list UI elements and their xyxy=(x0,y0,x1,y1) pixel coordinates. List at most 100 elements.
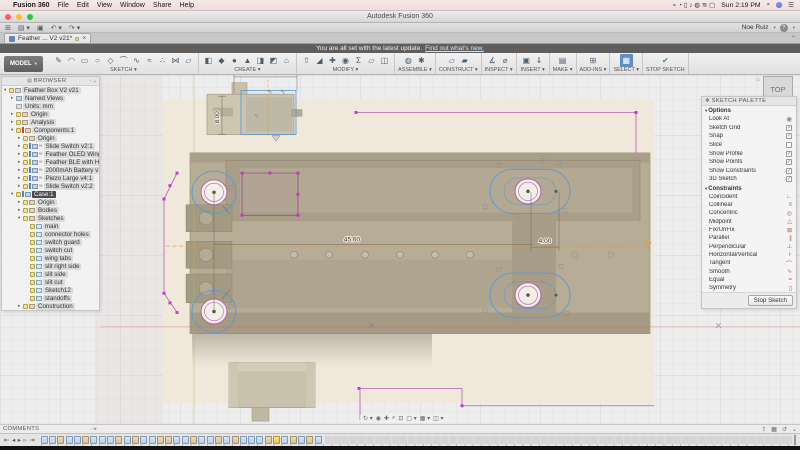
toolbar-group-label[interactable]: CONSTRUCT ▾ xyxy=(439,67,478,73)
select-tool-icon-1[interactable]: ▦ xyxy=(620,54,633,67)
timeline-feature-25[interactable] xyxy=(240,436,247,444)
sketch-tool-icon-10[interactable]: ⋈ xyxy=(169,54,182,67)
undo-icon[interactable]: ↶ ▾ xyxy=(51,25,62,32)
construct-tool-icon-1[interactable]: ▱ xyxy=(445,54,458,67)
visibility-bulb-icon[interactable] xyxy=(23,136,28,141)
sketch-tool-icon-6[interactable]: ⌒ xyxy=(117,54,130,67)
save-icon[interactable]: ▣ xyxy=(37,25,44,32)
browser-item-sketches[interactable]: ▾Sketches xyxy=(2,214,99,222)
user-menu[interactable]: Noe Ruiz xyxy=(742,24,769,31)
timeline-feature-27[interactable] xyxy=(256,436,263,444)
visibility-bulb-icon[interactable] xyxy=(23,184,28,189)
display-settings-icon[interactable]: ▢ ▾ xyxy=(406,415,416,422)
toolbar-group-label[interactable]: INSERT ▾ xyxy=(520,67,546,73)
checkbox-snap[interactable]: ✓ xyxy=(786,133,792,139)
browser-item-sketch12[interactable]: Sketch12 xyxy=(2,286,99,294)
spotlight-search-icon[interactable]: ⌕ xyxy=(767,1,771,9)
timeline-feature-9[interactable] xyxy=(107,436,114,444)
timeline-feature-17[interactable] xyxy=(173,436,180,444)
visibility-bulb-icon[interactable] xyxy=(23,200,28,205)
insert-tool-icon-1[interactable]: ▣ xyxy=(520,54,533,67)
timeline-feature-30[interactable] xyxy=(281,436,288,444)
checkbox-sketch-grid[interactable]: ✓ xyxy=(786,125,792,131)
visibility-bulb-icon[interactable] xyxy=(30,272,35,277)
usb-connector-part[interactable] xyxy=(229,362,315,421)
browser-item-slide-switch-v2-1[interactable]: ▸∞Slide Switch v2:1 xyxy=(2,142,99,150)
comments-panel-toggle[interactable]: COMMENTS xyxy=(3,426,39,432)
browser-item-case-1[interactable]: ▾Case:1 xyxy=(2,190,99,198)
visibility-bulb-icon[interactable] xyxy=(16,192,21,197)
fit-icon[interactable]: ⊡ xyxy=(398,415,403,422)
inspect-tool-icon-2[interactable]: ⌀ xyxy=(499,54,512,67)
redo-icon[interactable]: ↷ ▾ xyxy=(69,25,80,32)
palette-option-slice[interactable]: Slice xyxy=(702,141,796,150)
constraint-perpendicular[interactable]: Perpendicular⊥ xyxy=(702,243,796,251)
browser-item-slide-switch-v2-2[interactable]: ▸∞Slide Switch v2:2 xyxy=(2,182,99,190)
browser-item-main[interactable]: main xyxy=(2,222,99,230)
constraint-midpoint[interactable]: Midpoint△ xyxy=(702,218,796,226)
menu-item-view[interactable]: View xyxy=(97,2,112,9)
sketch-tool-icon-2[interactable]: ◠ xyxy=(65,54,78,67)
visibility-bulb-icon[interactable] xyxy=(9,88,14,93)
comments-options-icon[interactable]: ◦ ▸ xyxy=(91,426,97,432)
constraints-section-header[interactable]: ▾Constraints xyxy=(702,184,796,193)
menu-item-help[interactable]: Help xyxy=(180,2,194,9)
timeline-feature-10[interactable] xyxy=(115,436,122,444)
modify-tool-icon-4[interactable]: ◉ xyxy=(339,54,352,67)
browser-item-standoffs[interactable]: standoffs xyxy=(2,294,99,302)
workspace-selector-button[interactable]: MODEL ▾ xyxy=(4,56,43,72)
selection-rect-battery[interactable] xyxy=(241,90,296,134)
constraint-tangent[interactable]: Tangent⌒ xyxy=(702,259,796,267)
timeline-feature-29-highlighted[interactable] xyxy=(273,436,280,444)
panel-options-icon[interactable]: ◦ ⌄ xyxy=(90,78,97,84)
modify-tool-icon-7[interactable]: ◫ xyxy=(378,54,391,67)
browser-item-connector-holes[interactable]: connector holes xyxy=(2,230,99,238)
checkbox-slice[interactable] xyxy=(786,142,792,148)
modify-tool-icon-5[interactable]: Σ xyxy=(352,54,365,67)
browser-item-2000mah-battery-v1-1[interactable]: ▸∞2000mAh Battery v1:1 xyxy=(2,166,99,174)
file-menu-icon[interactable]: ▤ ▾ xyxy=(18,25,30,32)
browser-item-slit-cut[interactable]: slit cut xyxy=(2,278,99,286)
collapse-toolbar-icon[interactable]: ⌃ xyxy=(791,35,796,42)
pan-icon[interactable]: ✚ xyxy=(384,415,389,422)
add-ins-tool-icon-1[interactable]: ⊞ xyxy=(586,54,599,67)
sketch-tool-icon-11[interactable]: ▱ xyxy=(182,54,195,67)
constraint-equal[interactable]: Equal= xyxy=(702,276,796,284)
visibility-bulb-icon[interactable] xyxy=(30,264,35,269)
dimension-length-label[interactable]: 45.60 xyxy=(344,236,361,243)
timeline-feature-20[interactable] xyxy=(198,436,205,444)
create-tool-icon-3[interactable]: ● xyxy=(228,54,241,67)
browser-item-units-mm[interactable]: Units: mm xyxy=(2,102,99,110)
options-section-header[interactable]: ▾Options xyxy=(702,106,796,115)
browser-item-origin[interactable]: ▸Origin xyxy=(2,198,99,206)
siri-icon[interactable] xyxy=(776,2,782,8)
browser-item-piezo-large-v4-1[interactable]: ▸∞Piezo Large v4:1 xyxy=(2,174,99,182)
create-tool-icon-7[interactable]: ⌂ xyxy=(280,54,293,67)
constraint-smooth[interactable]: Smooth∿ xyxy=(702,267,796,275)
stop-sketch-toolbar-button[interactable]: STOP SKETCH xyxy=(646,67,685,73)
modify-tool-icon-1[interactable]: ⇧ xyxy=(300,54,313,67)
history-icon[interactable]: ↺ xyxy=(782,426,787,433)
browser-item-feather-box-v2-v21[interactable]: ▾Feather Box V2 v21 xyxy=(2,86,99,94)
visibility-bulb-icon[interactable] xyxy=(16,128,21,133)
timeline-feature-34[interactable] xyxy=(315,436,322,444)
stop-sketch-button[interactable]: Stop Sketch xyxy=(748,295,793,306)
browser-item-slit-side[interactable]: slit side xyxy=(2,270,99,278)
constraint-coincident[interactable]: Coincident∟ xyxy=(702,193,796,201)
toolbar-group-label[interactable]: CREATE ▾ xyxy=(202,67,293,73)
dimension-width-label[interactable]: 9.00 xyxy=(260,75,273,77)
modify-tool-icon-3[interactable]: ✚ xyxy=(326,54,339,67)
timeline-feature-32[interactable] xyxy=(298,436,305,444)
dimension-slot-label[interactable]: 4.00 xyxy=(539,238,552,245)
create-tool-icon-6[interactable]: ◩ xyxy=(267,54,280,67)
visibility-bulb-icon[interactable] xyxy=(23,208,28,213)
go-to-end-button[interactable]: ⇥ xyxy=(29,436,34,444)
timeline-feature-6[interactable] xyxy=(82,436,89,444)
notification-center-icon[interactable]: ☰ xyxy=(788,1,794,9)
app-grid-icon[interactable]: ⊞ xyxy=(5,25,11,32)
home-view-icon[interactable]: ⌂ xyxy=(756,76,760,83)
menu-item-window[interactable]: Window xyxy=(120,2,145,9)
palette-option-sketch-grid[interactable]: Sketch Grid✓ xyxy=(702,124,796,133)
sketch-tool-icon-5[interactable]: ◇ xyxy=(104,54,117,67)
timeline-feature-12[interactable] xyxy=(132,436,139,444)
